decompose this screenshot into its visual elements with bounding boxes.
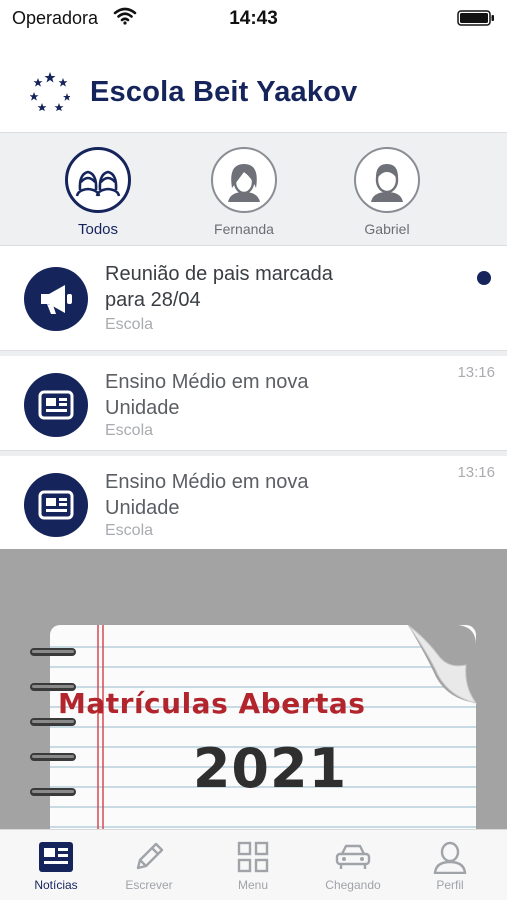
group-avatar-icon	[65, 147, 131, 213]
news-title: Reunião de pais marcada para 28/04	[105, 261, 425, 313]
bottom-tab-bar: Notícias Escrever Menu Chegando Perfil	[0, 829, 507, 900]
news-source: Escola	[105, 422, 154, 439]
student-filter-bar: Todos Fernanda Gabriel	[0, 132, 507, 246]
banner-year: 2021	[192, 737, 348, 800]
news-title: Ensino Médio em nova Unidade	[105, 369, 425, 421]
news-title-line: Ensino Médio em nova	[105, 471, 309, 493]
filter-label: Todos	[77, 221, 119, 238]
news-item[interactable]: Ensino Médio em nova Unidade Escola 13:1…	[0, 456, 507, 549]
spiral-ring	[30, 784, 76, 796]
person-icon	[400, 840, 500, 874]
news-item[interactable]: Reunião de pais marcada para 28/04 Escol…	[0, 247, 507, 350]
news-source: Escola	[105, 316, 154, 333]
news-title-line: Unidade	[105, 497, 180, 519]
tab-label: Menu	[237, 878, 269, 892]
newspaper-icon	[24, 373, 88, 437]
promo-banner[interactable]: Matrículas Abertas 2021	[0, 549, 507, 829]
filter-label: Gabriel	[364, 221, 410, 237]
girl-avatar-icon	[211, 147, 277, 213]
stars-logo-icon	[29, 71, 71, 116]
status-time: 14:43	[229, 8, 278, 29]
newspaper-icon	[24, 473, 88, 537]
app-header: Escola Beit Yaakov	[0, 36, 507, 132]
tab-label: Perfil	[436, 878, 464, 892]
news-item[interactable]: Ensino Médio em nova Unidade Escola 13:1…	[0, 356, 507, 450]
filter-gabriel[interactable]: Gabriel	[332, 147, 442, 237]
news-time: 13:16	[457, 464, 495, 481]
news-icon	[6, 840, 106, 874]
tab-escrever[interactable]: Escrever	[99, 840, 199, 892]
news-title: Ensino Médio em nova Unidade	[105, 469, 425, 521]
pencil-icon	[99, 840, 199, 874]
filter-fernanda[interactable]: Fernanda	[189, 147, 299, 237]
spiral-ring	[30, 644, 76, 656]
filter-label: Fernanda	[214, 221, 274, 237]
banner-heading: Matrículas Abertas	[58, 687, 366, 720]
spiral-ring	[30, 749, 76, 761]
tab-noticias[interactable]: Notícias	[6, 840, 106, 892]
app-title: Escola Beit Yaakov	[90, 76, 358, 108]
tab-chegando[interactable]: Chegando	[303, 840, 403, 892]
tab-label: Escrever	[125, 878, 173, 892]
car-icon	[303, 840, 403, 874]
grid-icon	[203, 840, 303, 874]
news-title-line: para 28/04	[105, 289, 201, 311]
status-bar: Operadora 14:43	[0, 0, 507, 36]
news-time: 13:16	[457, 364, 495, 381]
tab-label: Notícias	[34, 878, 78, 892]
tab-label: Chegando	[325, 878, 381, 892]
boy-avatar-icon	[354, 147, 420, 213]
tab-perfil[interactable]: Perfil	[400, 840, 500, 892]
tab-menu[interactable]: Menu	[203, 840, 303, 892]
battery-icon	[457, 10, 495, 31]
megaphone-icon	[24, 267, 88, 331]
news-title-line: Unidade	[105, 397, 180, 419]
unread-indicator	[477, 271, 491, 285]
news-source: Escola	[105, 522, 154, 539]
filter-todos[interactable]: Todos	[43, 147, 153, 238]
news-title-line: Reunião de pais marcada	[105, 263, 333, 285]
news-title-line: Ensino Médio em nova	[105, 371, 309, 393]
